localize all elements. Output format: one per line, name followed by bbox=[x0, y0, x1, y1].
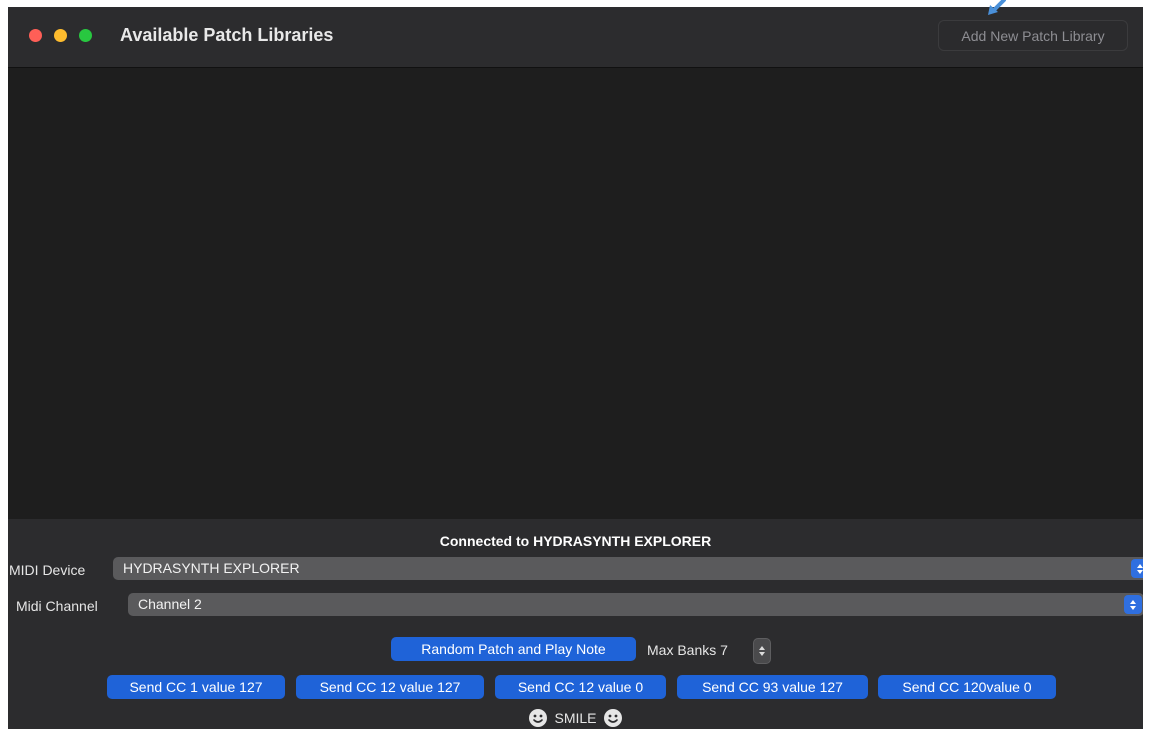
max-banks-stepper[interactable] bbox=[753, 638, 771, 664]
send-cc93-127-button[interactable]: Send CC 93 value 127 bbox=[677, 675, 868, 699]
connection-status: Connected to HYDRASYNTH EXPLORER bbox=[439, 533, 712, 549]
minimize-window-icon[interactable] bbox=[54, 29, 67, 42]
midi-device-label: MIDI Device bbox=[9, 562, 86, 578]
maximize-window-icon[interactable] bbox=[79, 29, 92, 42]
send-cc120-0-button[interactable]: Send CC 120value 0 bbox=[878, 675, 1056, 699]
app-window: Available Patch Libraries Add New Patch … bbox=[8, 7, 1143, 729]
midi-control-panel: Connected to HYDRASYNTH EXPLORER MIDI De… bbox=[8, 519, 1143, 729]
midi-device-value: HYDRASYNTH EXPLORER bbox=[123, 560, 300, 576]
random-patch-play-note-button[interactable]: Random Patch and Play Note bbox=[391, 637, 636, 661]
max-banks-label: Max Banks 7 bbox=[647, 642, 728, 658]
send-cc12-0-button[interactable]: Send CC 12 value 0 bbox=[495, 675, 666, 699]
title-bar: Available Patch Libraries Add New Patch … bbox=[8, 7, 1143, 68]
window-title: Available Patch Libraries bbox=[120, 25, 334, 45]
chevron-up-down-icon bbox=[1131, 559, 1143, 578]
midi-channel-value: Channel 2 bbox=[138, 596, 202, 612]
add-new-patch-library-button[interactable]: Add New Patch Library bbox=[938, 20, 1128, 51]
annotation-arrow-icon bbox=[988, 0, 1006, 15]
midi-channel-label: Midi Channel bbox=[16, 598, 98, 614]
smiley-face-icon bbox=[603, 709, 622, 727]
send-cc1-127-button[interactable]: Send CC 1 value 127 bbox=[107, 675, 285, 699]
chevron-up-down-icon bbox=[1124, 595, 1142, 614]
close-window-icon[interactable] bbox=[29, 29, 42, 42]
smiley-face-icon bbox=[529, 709, 548, 727]
midi-channel-select[interactable]: Channel 2 bbox=[128, 593, 1143, 616]
smile-label: SMILE bbox=[554, 710, 597, 726]
send-cc12-127-button[interactable]: Send CC 12 value 127 bbox=[296, 675, 484, 699]
patch-library-list[interactable] bbox=[8, 68, 1143, 519]
smile-row: SMILE bbox=[8, 708, 1143, 728]
midi-device-select[interactable]: HYDRASYNTH EXPLORER bbox=[113, 557, 1143, 580]
